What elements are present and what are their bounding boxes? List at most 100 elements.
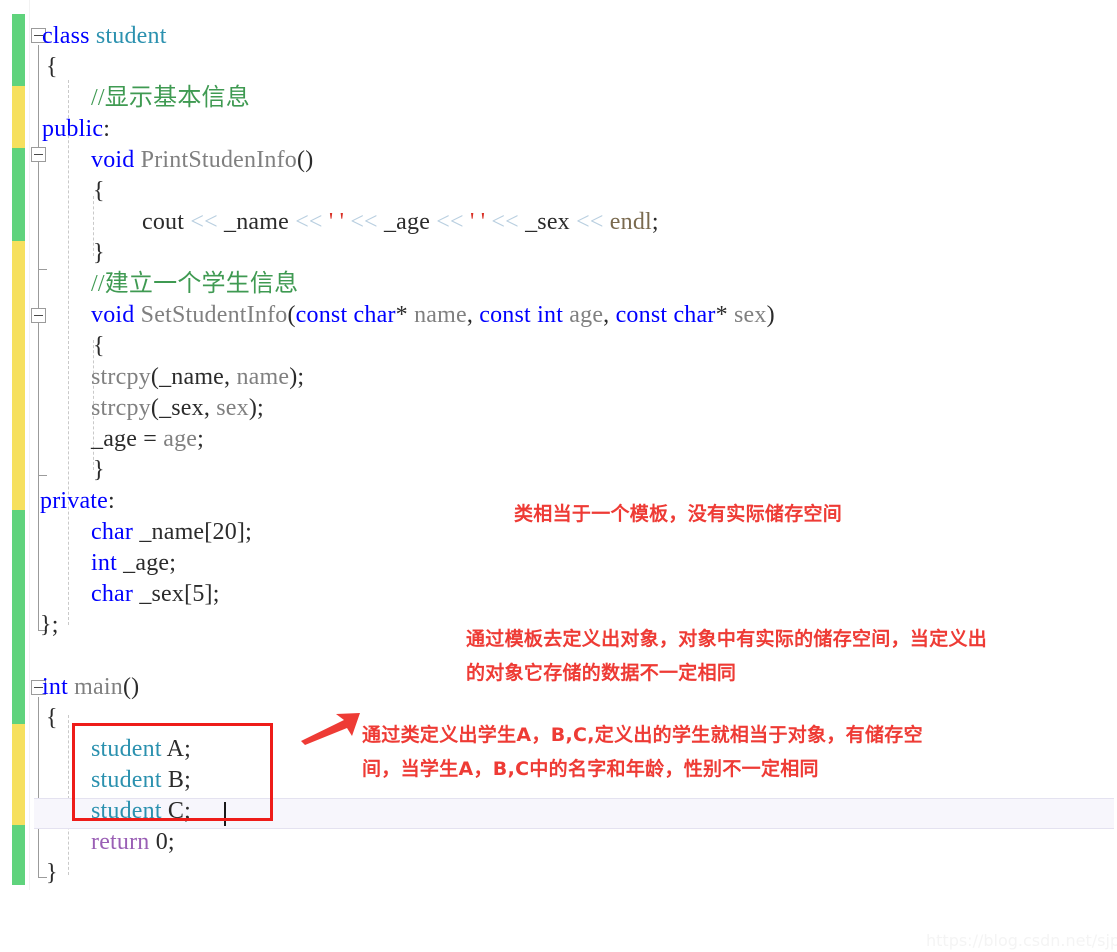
code-token: const: [479, 302, 531, 328]
code-token: 20: [212, 519, 237, 545]
code-token: (: [150, 364, 160, 390]
code-token: name: [236, 364, 290, 390]
code-token: {: [46, 705, 58, 731]
code-token: :: [103, 116, 111, 142]
code-token: public: [42, 116, 104, 142]
code-line-18[interactable]: int _age;: [91, 548, 176, 579]
code-token: ;: [167, 829, 175, 855]
code-token: ): [766, 302, 775, 328]
code-token: :: [108, 488, 115, 514]
code-token: char: [673, 302, 716, 328]
code-token: endl: [609, 209, 652, 235]
code-line-27[interactable]: return 0;: [91, 827, 175, 858]
code-token: private: [40, 488, 109, 514]
code-token: student: [95, 23, 167, 49]
code-token: ;: [169, 550, 177, 576]
code-line-2[interactable]: {: [46, 52, 58, 83]
code-token: void: [91, 302, 135, 328]
code-token: _sex: [139, 581, 185, 607]
code-token: ,: [203, 395, 217, 421]
code-line-3[interactable]: //显示基本信息: [91, 83, 250, 114]
code-token: //显示基本信息: [91, 85, 250, 111]
code-token: }: [93, 457, 105, 483]
code-token: [: [204, 519, 213, 545]
code-token: _name: [224, 209, 296, 235]
code-token: //建立一个学生信息: [91, 271, 299, 297]
code-line-10[interactable]: void SetStudentInfo(const char* name, co…: [91, 300, 775, 331]
code-token: strcpy: [91, 364, 151, 390]
code-line-20[interactable]: };: [40, 610, 59, 641]
code-line-16[interactable]: private:: [40, 486, 115, 517]
code-token: _sex: [159, 395, 204, 421]
code-token: main: [74, 674, 123, 700]
annotation-line: 通过模板去定义出对象，对象中有实际的储存空间，当定义出: [466, 628, 988, 650]
code-line-9[interactable]: //建立一个学生信息: [91, 269, 298, 300]
code-token: 0: [155, 829, 168, 855]
code-token: sex: [733, 302, 767, 328]
code-token: class: [42, 23, 90, 49]
code-line-12[interactable]: strcpy(_name, name);: [91, 362, 304, 393]
code-token: void: [91, 147, 135, 173]
code-token: }: [93, 240, 105, 266]
code-token: <<: [350, 209, 384, 235]
red-highlight-box: [72, 723, 273, 821]
code-line-11[interactable]: {: [93, 331, 105, 362]
code-token: sex: [216, 395, 249, 421]
code-token: <<: [190, 209, 224, 235]
code-line-22[interactable]: int main(): [42, 672, 139, 703]
code-line-1[interactable]: class student: [42, 21, 167, 52]
code-token: _name: [159, 364, 225, 390]
code-line-5[interactable]: void PrintStudenInfo(): [91, 145, 313, 176]
code-line-8[interactable]: }: [93, 238, 105, 269]
code-token: char: [91, 519, 134, 545]
code-token: ];: [204, 581, 220, 607]
code-token: {: [93, 333, 105, 359]
code-token: int: [91, 550, 117, 576]
code-line-19[interactable]: char _sex[5];: [91, 579, 220, 610]
annotation-line: 类相当于一个模板，没有实际储存空间: [514, 503, 843, 525]
code-token: _age: [123, 550, 170, 576]
code-token: );: [248, 395, 264, 421]
code-line-23[interactable]: {: [46, 703, 58, 734]
code-token: return: [91, 829, 150, 855]
code-editor[interactable]: class student{//显示基本信息 public: void PrintS…: [0, 0, 1117, 952]
annotation-students-are-objects: 通过类定义出学生A，B,C,定义出的学生就相当于对象，有储存空 间，当学生A，B,…: [362, 718, 923, 786]
code-line-17[interactable]: char _name[20];: [91, 517, 252, 548]
code-token: char: [353, 302, 396, 328]
code-token: ;: [197, 426, 205, 452]
code-token: *: [395, 302, 415, 328]
annotation-line: 通过类定义出学生A，B,C,定义出的学生就相当于对象，有储存空: [362, 724, 923, 746]
code-token: ;: [651, 209, 659, 235]
code-line-4[interactable]: public:: [42, 114, 110, 145]
code-token: (): [122, 674, 140, 700]
code-token: age: [569, 302, 604, 328]
code-token: int: [42, 674, 68, 700]
code-token: (: [150, 395, 160, 421]
code-line-15[interactable]: }: [93, 455, 105, 486]
code-token: );: [289, 364, 305, 390]
code-token: char: [91, 581, 134, 607]
code-line-14[interactable]: _age = age;: [91, 424, 204, 455]
code-token: <<: [576, 209, 610, 235]
code-token: const: [615, 302, 668, 328]
code-line-7[interactable]: cout << _name << ' ' << _age << ' ' << _…: [142, 207, 659, 238]
code-line-13[interactable]: strcpy(_sex, sex);: [91, 393, 264, 424]
code-token: ,: [466, 302, 480, 328]
code-token: _name: [139, 519, 205, 545]
code-token: cout: [142, 209, 191, 235]
code-token: _age =: [91, 426, 164, 452]
code-token: *: [715, 302, 734, 328]
annotation-line: 间，当学生A，B,C中的名字和年龄，性别不一定相同: [362, 758, 819, 780]
code-token: ' ': [469, 209, 486, 235]
code-token: ];: [236, 519, 252, 545]
code-line-28[interactable]: }: [46, 858, 58, 889]
code-token: <<: [491, 209, 526, 235]
annotation-line: 的对象它存储的数据不一定相同: [466, 662, 737, 684]
code-token: age: [163, 426, 198, 452]
code-token: }: [46, 860, 58, 886]
annotation-class-is-template: 类相当于一个模板，没有实际储存空间: [514, 497, 842, 531]
code-line-6[interactable]: {: [93, 176, 105, 207]
code-token: PrintStudenInfo: [140, 147, 297, 173]
code-token: const: [295, 302, 348, 328]
code-token: _age: [383, 209, 437, 235]
